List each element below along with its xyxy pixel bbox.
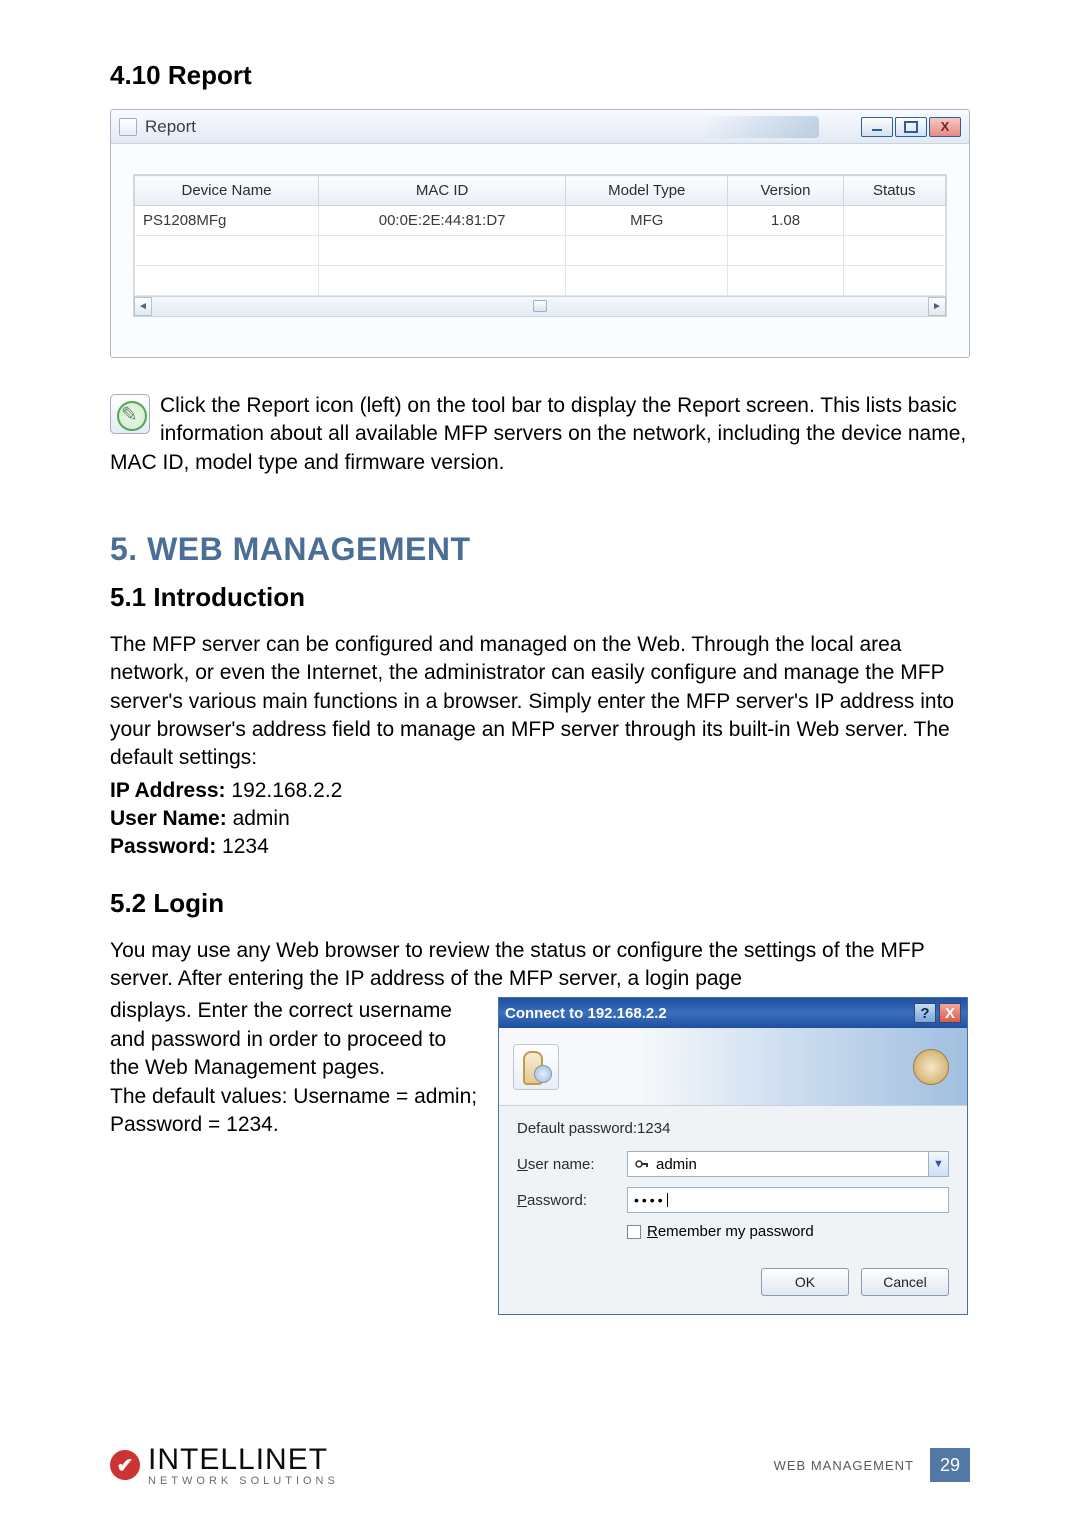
table-row [135,266,946,296]
col-model-type[interactable]: Model Type [566,176,728,206]
login-hint: Default password:1234 [517,1120,949,1137]
user-label: User Name: [110,807,227,830]
footer-section-label: WEB MANAGEMENT [774,1458,914,1473]
default-user-line: User Name: admin [110,805,970,833]
scroll-right-arrow[interactable]: ► [928,297,946,316]
password-row: Password: •••• [517,1187,949,1213]
cell-device-name: PS1208MFg [135,206,319,236]
username-dropdown-arrow[interactable]: ▼ [928,1152,948,1176]
table-row [135,236,946,266]
keychain-icon [513,1044,559,1090]
key-graphic-icon [913,1049,949,1085]
ip-label: IP Address: [110,779,226,802]
footer-right: WEB MANAGEMENT 29 [774,1448,970,1482]
window-controls [861,117,961,137]
login-paragraph-left: displays. Enter the correct username and… [110,997,480,1315]
col-device-name[interactable]: Device Name [135,176,319,206]
ip-value: 192.168.2.2 [231,779,342,802]
password-field-label: Password: [517,1192,627,1209]
cell-version: 1.08 [728,206,843,236]
login-paragraph-top: You may use any Web browser to review th… [110,937,970,994]
cancel-button[interactable]: Cancel [861,1268,949,1296]
heading-5-2: 5.2 Login [110,888,970,919]
logo-check-icon: ✔ [110,1450,140,1480]
report-icon [110,394,150,434]
login-dialog-body: Default password:1234 User name: admin ▼… [499,1106,967,1314]
scroll-left-arrow[interactable]: ◄ [134,297,152,316]
col-mac-id[interactable]: MAC ID [319,176,566,206]
cell-mac-id: 00:0E:2E:44:81:D7 [319,206,566,236]
user-key-icon [634,1156,650,1172]
login-row: displays. Enter the correct username and… [110,997,970,1315]
report-window-titlebar: Report [111,110,969,144]
report-window: Report Device Name MAC ID Model Type Ver… [110,109,970,358]
login-buttons: OK Cancel [517,1268,949,1296]
report-description-text: Click the Report icon (left) on the tool… [110,394,966,474]
table-header-row: Device Name MAC ID Model Type Version St… [135,176,946,206]
password-input[interactable]: •••• [627,1187,949,1213]
titlebar-gloss [699,116,819,138]
password-masked-value: •••• [634,1192,666,1208]
login-title-controls: ? X [914,1003,961,1023]
report-table-container: Device Name MAC ID Model Type Version St… [133,174,947,317]
login-dialog: Connect to 192.168.2.2 ? X Default passw… [498,997,968,1315]
report-window-title: Report [145,117,196,137]
ok-button[interactable]: OK [761,1268,849,1296]
report-window-body: Device Name MAC ID Model Type Version St… [111,144,969,357]
username-row: User name: admin ▼ [517,1151,949,1177]
report-description: Click the Report icon (left) on the tool… [110,392,970,477]
brand-logo: ✔ INTELLINET NETWORK SOLUTIONS [110,1443,339,1487]
col-version[interactable]: Version [728,176,843,206]
brand-name: INTELLINET [148,1443,339,1477]
user-value: admin [233,807,290,830]
col-status[interactable]: Status [843,176,945,206]
close-button[interactable] [929,117,961,137]
scroll-thumb[interactable] [533,300,547,312]
horizontal-scrollbar[interactable]: ◄ ► [134,296,946,316]
remember-row: Remember my password [627,1223,949,1240]
login-dialog-titlebar: Connect to 192.168.2.2 ? X [499,998,967,1028]
password-label: Password: [110,835,216,858]
intro-paragraph: The MFP server can be configured and man… [110,631,970,773]
maximize-button[interactable] [895,117,927,137]
brand-tagline: NETWORK SOLUTIONS [148,1475,339,1487]
remember-label[interactable]: Remember my password [647,1223,814,1240]
login-banner [499,1028,967,1106]
heading-4-10: 4.10 Report [110,60,970,91]
cell-model-type: MFG [566,206,728,236]
username-combo[interactable]: admin ▼ [627,1151,949,1177]
login-dialog-title: Connect to 192.168.2.2 [505,1005,667,1022]
heading-5-1: 5.1 Introduction [110,582,970,613]
text-caret [667,1193,668,1207]
table-row[interactable]: PS1208MFg 00:0E:2E:44:81:D7 MFG 1.08 [135,206,946,236]
report-title-icon [119,118,137,136]
password-value: 1234 [222,835,269,858]
heading-chapter-5: 5. WEB MANAGEMENT [110,531,970,568]
page-footer: ✔ INTELLINET NETWORK SOLUTIONS WEB MANAG… [110,1443,970,1487]
page-number-badge: 29 [930,1448,970,1482]
default-ip-line: IP Address: 192.168.2.2 [110,777,970,805]
username-value: admin [656,1156,697,1173]
minimize-button[interactable] [861,117,893,137]
login-close-button[interactable]: X [939,1003,961,1023]
username-label: User name: [517,1156,627,1173]
help-button[interactable]: ? [914,1003,936,1023]
cell-status [843,206,945,236]
report-table: Device Name MAC ID Model Type Version St… [134,175,946,296]
default-password-line: Password: 1234 [110,833,970,861]
remember-checkbox[interactable] [627,1225,641,1239]
